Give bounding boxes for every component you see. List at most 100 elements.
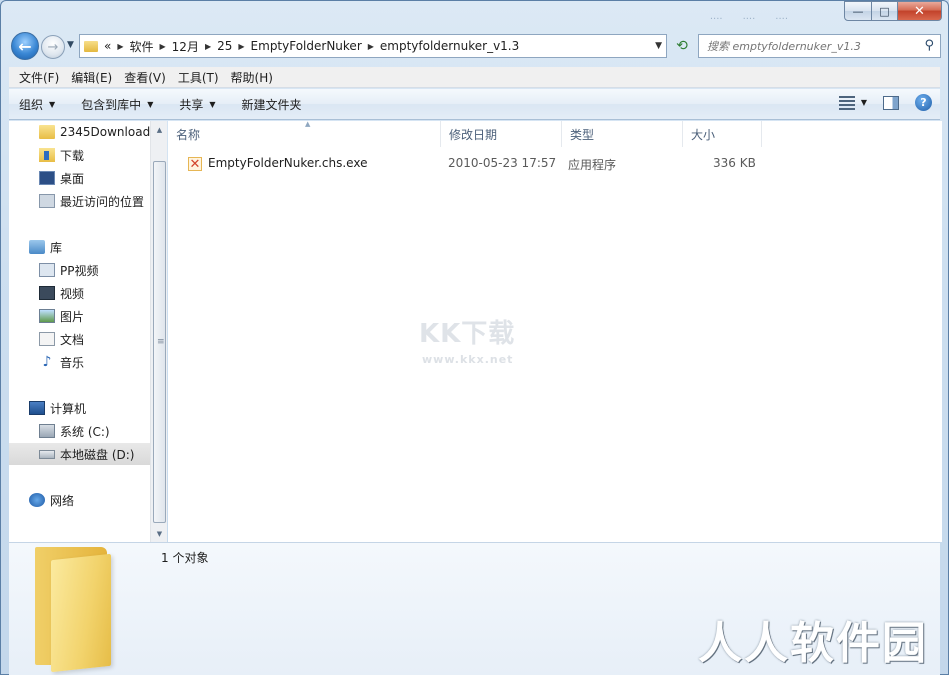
new-folder-button[interactable]: 新建文件夹: [242, 96, 302, 113]
breadcrumb-overflow[interactable]: «: [104, 39, 111, 53]
share-button[interactable]: 共享 ▼: [179, 96, 215, 113]
breadcrumb-emptyfoldernuker[interactable]: EmptyFolderNuker: [251, 39, 362, 53]
nav-item-drive-d[interactable]: 本地磁盘 (D:): [9, 443, 150, 465]
arrow-left-icon: ←: [18, 36, 32, 56]
nav-item-drive-c[interactable]: 系统 (C:): [9, 420, 150, 442]
arrow-right-icon: →: [47, 39, 59, 55]
nav-item-computer[interactable]: 计算机: [9, 397, 150, 419]
preview-pane-icon[interactable]: [883, 95, 899, 110]
file-modified: 2010-05-23 17:57: [448, 156, 557, 170]
nav-label: PP视频: [60, 263, 99, 278]
recent-places-icon: [39, 194, 55, 208]
nav-label: 图片: [60, 309, 85, 324]
scroll-down-icon[interactable]: ▼: [151, 525, 168, 542]
nav-label: 计算机: [50, 401, 87, 416]
recent-pages-dropdown[interactable]: ▼: [67, 40, 74, 50]
minimize-button[interactable]: —: [844, 1, 872, 21]
search-box[interactable]: ⚲: [698, 34, 941, 58]
breadcrumb-25[interactable]: 25: [217, 39, 232, 53]
nav-item-videos[interactable]: 视频: [9, 282, 150, 304]
column-header-modified[interactable]: 修改日期: [441, 121, 562, 147]
watermark-url: www.kkx.net: [422, 353, 514, 366]
chevron-right-icon[interactable]: ▶: [160, 42, 166, 51]
chevron-right-icon[interactable]: ▶: [117, 42, 123, 51]
system-drive-icon: [39, 424, 55, 438]
menu-tools[interactable]: 工具(T): [172, 69, 225, 86]
nav-label: 下载: [60, 148, 85, 163]
search-icon[interactable]: ⚲: [924, 38, 934, 53]
nav-item-desktop[interactable]: 桌面: [9, 167, 150, 189]
address-bar[interactable]: « ▶ 软件 ▶ 12月 ▶ 25 ▶ EmptyFolderNuker ▶ e…: [79, 34, 667, 58]
column-header-size[interactable]: 大小: [683, 121, 762, 147]
help-icon[interactable]: ?: [915, 94, 932, 111]
address-dropdown-icon[interactable]: ▼: [655, 41, 662, 51]
chevron-right-icon[interactable]: ▶: [205, 42, 211, 51]
organize-button[interactable]: 组织 ▼: [19, 96, 55, 113]
search-input[interactable]: [707, 39, 907, 53]
nav-item-pp-video[interactable]: PP视频: [9, 259, 150, 281]
breadcrumb-december[interactable]: 12月: [172, 38, 199, 55]
nav-item-documents[interactable]: 文档: [9, 328, 150, 350]
desktop-icon: [39, 171, 55, 185]
maximize-icon: □: [879, 4, 890, 18]
chevron-down-icon: ▼: [860, 98, 867, 107]
nav-label: 视频: [60, 286, 85, 301]
nav-label: 2345Downloads: [60, 125, 150, 139]
column-modified-label: 修改日期: [449, 127, 498, 142]
file-size: 336 KB: [713, 156, 756, 170]
pp-video-library-icon: [39, 263, 55, 277]
file-name[interactable]: EmptyFolderNuker.chs.exe: [208, 156, 367, 170]
chevron-down-icon: ▼: [49, 99, 56, 109]
folder-icon: [84, 40, 98, 52]
menu-edit[interactable]: 编辑(E): [65, 69, 118, 86]
new-folder-label: 新建文件夹: [241, 97, 302, 112]
nav-item-recent-places[interactable]: 最近访问的位置: [9, 190, 150, 212]
navigation-scrollbar[interactable]: ▲ ≡ ▼: [150, 121, 167, 542]
include-in-library-button[interactable]: 包含到库中 ▼: [81, 96, 153, 113]
column-header-type[interactable]: 类型: [562, 121, 683, 147]
faint-text-2: ....: [742, 11, 756, 22]
menu-file[interactable]: 文件(F): [13, 69, 65, 86]
organize-label: 组织: [19, 97, 44, 112]
computer-icon: [29, 401, 45, 415]
refresh-icon: ⟲: [676, 38, 688, 54]
nav-item-libraries[interactable]: 库: [9, 236, 150, 258]
chevron-right-icon[interactable]: ▶: [238, 42, 244, 51]
nav-item-downloads[interactable]: 下载: [9, 144, 150, 166]
refresh-button[interactable]: ⟲: [670, 34, 694, 58]
nav-item-2345downloads[interactable]: 2345Downloads: [9, 121, 150, 143]
breadcrumb-software[interactable]: 软件: [130, 38, 154, 55]
nav-item-music[interactable]: ♪ 音乐: [9, 351, 150, 373]
maximize-button[interactable]: □: [872, 1, 898, 21]
picture-library-icon: [39, 309, 55, 323]
column-header-name[interactable]: 名称 ▲: [168, 120, 441, 147]
explorer-window: .... .... .... — □ ✕ ← → ▼ « ▶ 软件 ▶ 12月 …: [0, 0, 949, 675]
scrollbar-thumb[interactable]: ≡: [153, 161, 166, 523]
nav-label: 本地磁盘 (D:): [60, 447, 135, 462]
chevron-down-icon: ▼: [67, 40, 74, 50]
command-bar: 组织 ▼ 包含到库中 ▼ 共享 ▼ 新建文件夹 ▼ ?: [9, 89, 940, 120]
menu-view[interactable]: 查看(V): [118, 69, 172, 86]
navigation-pane: 2345Downloads 下载 桌面 最近访问的位置 库 PP视频 视频 图片…: [9, 121, 150, 542]
forward-button[interactable]: →: [41, 35, 65, 59]
back-button[interactable]: ←: [11, 32, 39, 60]
nav-label: 音乐: [60, 355, 85, 370]
breadcrumb-current-folder[interactable]: emptyfoldernuker_v1.3: [380, 39, 519, 53]
close-button[interactable]: ✕: [898, 1, 942, 21]
nav-item-network[interactable]: 网络: [9, 489, 150, 511]
table-row[interactable]: ✕ EmptyFolderNuker.chs.exe 2010-05-23 17…: [168, 153, 768, 175]
menu-help[interactable]: 帮助(H): [225, 69, 279, 86]
network-icon: [29, 493, 45, 507]
nav-label: 网络: [50, 493, 75, 508]
music-note-icon: ♪: [42, 354, 52, 370]
nav-item-pictures[interactable]: 图片: [9, 305, 150, 327]
nav-label: 最近访问的位置: [60, 194, 145, 209]
scroll-up-icon[interactable]: ▲: [151, 121, 168, 138]
chevron-right-icon[interactable]: ▶: [368, 42, 374, 51]
sort-ascending-icon: ▲: [305, 120, 311, 128]
brand-watermark: 人人软件园: [698, 618, 928, 669]
grip-icon: ≡: [157, 337, 165, 347]
column-type-label: 类型: [570, 127, 595, 142]
change-view-button[interactable]: ▼: [838, 95, 867, 110]
faint-text-1: ....: [709, 11, 723, 22]
